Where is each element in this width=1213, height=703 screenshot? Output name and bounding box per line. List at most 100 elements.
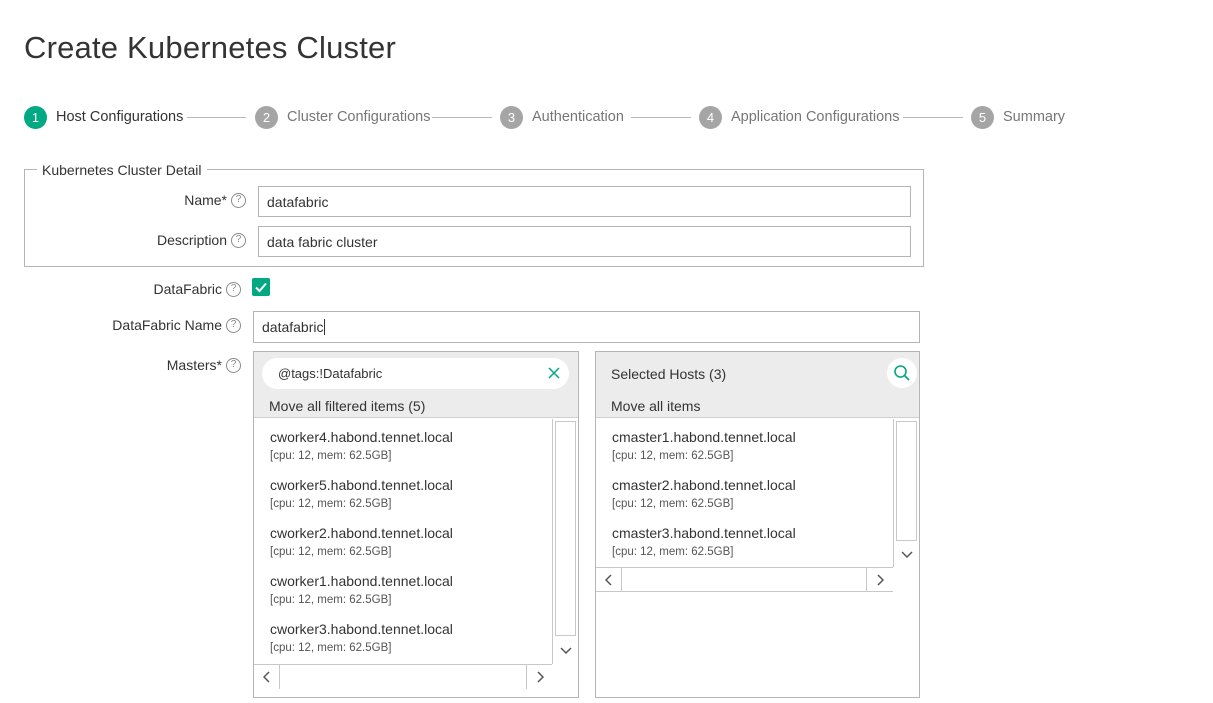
host-name: cworker4.habond.tennet.local xyxy=(270,429,453,445)
scrollbar-thumb[interactable] xyxy=(555,421,576,636)
host-name: cworker1.habond.tennet.local xyxy=(270,573,453,589)
horizontal-scrollbar[interactable] xyxy=(596,567,893,592)
step-connector xyxy=(432,117,492,118)
step-number: 3 xyxy=(500,105,523,129)
help-icon[interactable]: ? xyxy=(231,192,246,208)
datafabric-label: DataFabric ? xyxy=(80,279,241,299)
description-input-value: data fabric cluster xyxy=(267,233,378,250)
wizard-step-summary[interactable]: 5 Summary xyxy=(971,105,1065,129)
masters-label-text: Masters* xyxy=(166,357,222,373)
host-spec: [cpu: 12, mem: 62.5GB] xyxy=(612,546,734,558)
step-label: Host Configurations xyxy=(56,109,184,125)
host-spec: [cpu: 12, mem: 62.5GB] xyxy=(270,450,392,462)
description-label: Description ? xyxy=(100,230,246,250)
help-icon[interactable]: ? xyxy=(226,357,241,373)
datafabric-checkbox[interactable] xyxy=(252,278,270,296)
chevron-down-icon xyxy=(901,551,913,559)
clear-filter-icon[interactable] xyxy=(547,366,561,380)
help-icon[interactable]: ? xyxy=(226,281,241,297)
wizard-step-host-configurations[interactable]: 1 Host Configurations xyxy=(24,105,183,129)
description-label-text: Description xyxy=(156,232,227,248)
list-item[interactable]: cworker2.habond.tennet.local [cpu: 12, m… xyxy=(270,525,453,558)
step-label: Cluster Configurations xyxy=(287,109,431,125)
host-spec: [cpu: 12, mem: 62.5GB] xyxy=(612,498,734,510)
wizard-step-authentication[interactable]: 3 Authentication xyxy=(500,105,624,129)
step-label: Authentication xyxy=(532,109,624,125)
datafabric-name-input[interactable]: datafabric xyxy=(253,311,920,343)
search-button[interactable] xyxy=(887,358,917,388)
scroll-left-button[interactable] xyxy=(596,568,622,592)
wizard-steps: 1 Host Configurations 2 Cluster Configur… xyxy=(24,105,1124,131)
host-spec: [cpu: 12, mem: 62.5GB] xyxy=(270,594,392,606)
selected-hosts-panel: Selected Hosts (3) Move all items cmaste… xyxy=(595,351,920,698)
list-item[interactable]: cworker5.habond.tennet.local [cpu: 12, m… xyxy=(270,477,453,510)
scroll-down-button[interactable] xyxy=(553,639,579,663)
host-name: cworker3.habond.tennet.local xyxy=(270,621,453,637)
step-label: Application Configurations xyxy=(731,109,900,125)
list-item[interactable]: cworker1.habond.tennet.local [cpu: 12, m… xyxy=(270,573,453,606)
text-cursor xyxy=(324,319,326,335)
vertical-scrollbar[interactable] xyxy=(552,419,578,664)
horizontal-scrollbar[interactable] xyxy=(254,664,552,689)
host-spec: [cpu: 12, mem: 62.5GB] xyxy=(270,546,392,558)
selected-hosts-header: Selected Hosts (3) xyxy=(596,352,919,394)
vertical-scrollbar[interactable] xyxy=(893,419,919,567)
host-filter-input[interactable]: @tags:!Datafabric xyxy=(262,358,569,389)
host-name: cmaster1.habond.tennet.local xyxy=(612,429,796,445)
name-label: Name* ? xyxy=(100,190,246,210)
host-filter-value: @tags:!Datafabric xyxy=(278,366,383,381)
step-connector xyxy=(903,117,963,118)
name-input[interactable]: datafabric xyxy=(258,186,911,217)
chevron-right-icon xyxy=(536,671,544,683)
chevron-left-icon xyxy=(604,574,612,586)
host-spec: [cpu: 12, mem: 62.5GB] xyxy=(270,498,392,510)
step-connector xyxy=(187,117,246,118)
chevron-right-icon xyxy=(876,574,884,586)
datafabric-label-text: DataFabric xyxy=(153,281,222,297)
move-all-filtered-button[interactable]: Move all filtered items (5) xyxy=(254,394,578,418)
scroll-right-button[interactable] xyxy=(866,568,892,592)
scroll-down-button[interactable] xyxy=(894,543,920,567)
step-number: 5 xyxy=(971,105,994,129)
page-title: Create Kubernetes Cluster xyxy=(24,30,397,65)
list-item[interactable]: cmaster1.habond.tennet.local [cpu: 12, m… xyxy=(612,429,796,462)
description-input[interactable]: data fabric cluster xyxy=(258,226,911,257)
scroll-left-button[interactable] xyxy=(254,665,280,689)
list-item[interactable]: cmaster2.habond.tennet.local [cpu: 12, m… xyxy=(612,477,796,510)
step-label: Summary xyxy=(1003,109,1066,125)
scrollbar-thumb[interactable] xyxy=(896,421,917,541)
list-item[interactable]: cworker4.habond.tennet.local [cpu: 12, m… xyxy=(270,429,453,462)
name-label-text: Name* xyxy=(184,192,227,208)
step-number: 4 xyxy=(699,105,722,129)
host-name: cworker2.habond.tennet.local xyxy=(270,525,453,541)
list-item[interactable]: cworker3.habond.tennet.local [cpu: 12, m… xyxy=(270,621,453,654)
wizard-step-cluster-configurations[interactable]: 2 Cluster Configurations xyxy=(255,105,430,129)
available-hosts-panel: @tags:!Datafabric Move all filtered item… xyxy=(253,351,579,698)
help-icon[interactable]: ? xyxy=(226,317,241,333)
datafabric-name-label: DataFabric Name ? xyxy=(80,315,241,335)
host-name: cworker5.habond.tennet.local xyxy=(270,477,453,493)
checkmark-icon xyxy=(255,282,267,293)
host-spec: [cpu: 12, mem: 62.5GB] xyxy=(270,642,392,654)
search-icon xyxy=(894,365,910,381)
name-input-value: datafabric xyxy=(267,193,329,210)
host-spec: [cpu: 12, mem: 62.5GB] xyxy=(612,450,734,462)
list-item[interactable]: cmaster3.habond.tennet.local [cpu: 12, m… xyxy=(612,525,796,558)
step-connector xyxy=(631,117,691,118)
cluster-detail-legend: Kubernetes Cluster Detail xyxy=(37,162,207,178)
datafabric-name-input-value: datafabric xyxy=(262,319,324,335)
chevron-left-icon xyxy=(262,671,270,683)
datafabric-name-label-text: DataFabric Name xyxy=(112,317,222,333)
selected-hosts-title: Selected Hosts (3) xyxy=(611,366,727,382)
available-hosts-header: @tags:!Datafabric xyxy=(254,352,578,394)
help-icon[interactable]: ? xyxy=(231,232,246,248)
step-number: 2 xyxy=(255,105,278,129)
host-name: cmaster2.habond.tennet.local xyxy=(612,477,796,493)
masters-label: Masters* ? xyxy=(80,355,241,375)
host-name: cmaster3.habond.tennet.local xyxy=(612,525,796,541)
step-number: 1 xyxy=(24,105,47,129)
scroll-right-button[interactable] xyxy=(526,665,552,689)
chevron-down-icon xyxy=(560,647,572,655)
move-all-items-button[interactable]: Move all items xyxy=(596,394,919,418)
wizard-step-application-configurations[interactable]: 4 Application Configurations xyxy=(699,105,899,129)
